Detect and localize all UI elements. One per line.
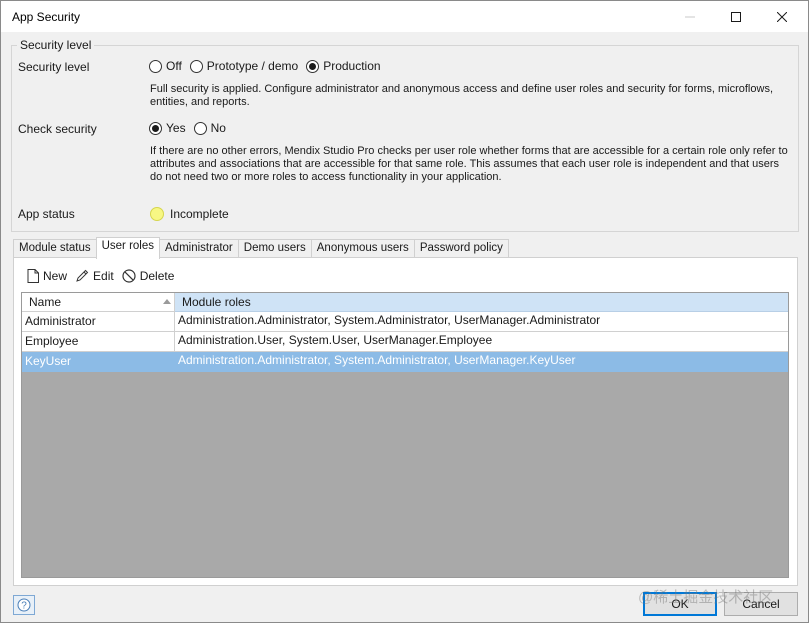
radio-yes[interactable]: Yes — [149, 121, 186, 135]
cell-module-roles[interactable]: Administration.Administrator, System.Adm… — [175, 352, 788, 372]
column-header-module-roles[interactable]: Module roles — [175, 293, 788, 312]
table-row[interactable]: Employee Administration.User, System.Use… — [22, 332, 788, 352]
app-status-label: App status — [18, 207, 75, 221]
new-document-icon — [27, 269, 39, 283]
grid-header: Name Module roles — [22, 293, 788, 312]
radio-off-circle[interactable] — [149, 59, 162, 73]
column-header-name-label: Name — [29, 295, 62, 309]
radio-prototype-label[interactable]: Prototype / demo — [207, 59, 298, 73]
radio-prototype-circle[interactable] — [189, 59, 203, 73]
security-level-legend: Security level — [17, 38, 95, 52]
user-roles-toolbar: New Edit Delete — [27, 267, 182, 285]
cell-module-roles[interactable]: Administration.User, System.User, UserMa… — [175, 332, 788, 352]
title-bar: App Security — [1, 1, 808, 32]
watermark: @稀土掘金技术社区 — [638, 589, 774, 606]
cell-name[interactable]: KeyUser — [22, 352, 175, 372]
tab-strip: Module status User roles Administrator D… — [13, 237, 509, 259]
tab-module-status[interactable]: Module status — [13, 239, 97, 258]
help-icon: ? — [17, 598, 31, 612]
delete-button[interactable]: Delete — [122, 269, 175, 283]
table-row[interactable]: Administrator Administration.Administrat… — [22, 312, 788, 332]
radio-prototype-demo[interactable]: Prototype / demo — [189, 59, 298, 73]
minimize-button[interactable] — [667, 1, 713, 32]
close-icon — [777, 11, 787, 22]
cell-name[interactable]: Administrator — [22, 312, 175, 332]
security-level-groupbox — [11, 45, 799, 232]
minimize-icon — [685, 16, 695, 17]
help-button[interactable]: ? — [13, 595, 35, 615]
delete-button-label[interactable]: Delete — [140, 269, 175, 283]
radio-production-circle[interactable] — [306, 59, 320, 73]
svg-text:?: ? — [21, 601, 27, 612]
radio-production[interactable]: Production — [306, 59, 381, 73]
radio-no[interactable]: No — [193, 121, 226, 135]
radio-yes-circle[interactable] — [149, 121, 162, 135]
edit-button-label[interactable]: Edit — [93, 269, 114, 283]
radio-off[interactable]: Off — [149, 59, 182, 73]
radio-yes-label[interactable]: Yes — [166, 121, 186, 135]
maximize-button[interactable] — [713, 1, 759, 32]
radio-no-circle[interactable] — [193, 121, 207, 135]
radio-no-label[interactable]: No — [211, 121, 226, 135]
security-level-radio-group: Off Prototype / demo Production — [149, 59, 389, 73]
user-roles-grid[interactable]: Name Module roles Administrator Administ… — [21, 292, 789, 578]
pencil-icon — [76, 269, 89, 282]
edit-button[interactable]: Edit — [75, 269, 114, 283]
tab-demo-users[interactable]: Demo users — [237, 239, 312, 258]
radio-production-label[interactable]: Production — [323, 59, 380, 73]
window-title: App Security — [12, 10, 81, 24]
new-button[interactable]: New — [27, 269, 67, 283]
app-status-value: Incomplete — [170, 207, 229, 221]
table-row-selected[interactable]: KeyUser Administration.Administrator, Sy… — [22, 352, 788, 372]
security-level-label: Security level — [18, 60, 90, 74]
cell-module-roles[interactable]: Administration.Administrator, System.Adm… — [175, 312, 788, 332]
tab-anonymous-users[interactable]: Anonymous users — [310, 239, 415, 258]
check-security-description: If there are no other errors, Mendix Stu… — [150, 145, 788, 183]
column-header-name[interactable]: Name — [22, 293, 175, 312]
security-level-description: Full security is applied. Configure admi… — [150, 83, 773, 108]
tab-password-policy[interactable]: Password policy — [413, 239, 509, 258]
sort-ascending-icon — [163, 299, 171, 304]
tab-user-roles[interactable]: User roles — [95, 237, 161, 259]
status-indicator-icon — [150, 207, 164, 221]
maximize-icon — [731, 11, 741, 22]
delete-icon — [122, 269, 136, 283]
app-security-dialog: App Security Security level Security lev… — [0, 0, 809, 623]
close-button[interactable] — [759, 1, 805, 32]
radio-off-label[interactable]: Off — [166, 59, 182, 73]
check-security-label: Check security — [18, 122, 97, 136]
check-security-radio-group: Yes No — [149, 121, 234, 135]
cell-name[interactable]: Employee — [22, 332, 175, 352]
new-button-label[interactable]: New — [43, 269, 67, 283]
tab-administrator[interactable]: Administrator — [159, 239, 239, 258]
